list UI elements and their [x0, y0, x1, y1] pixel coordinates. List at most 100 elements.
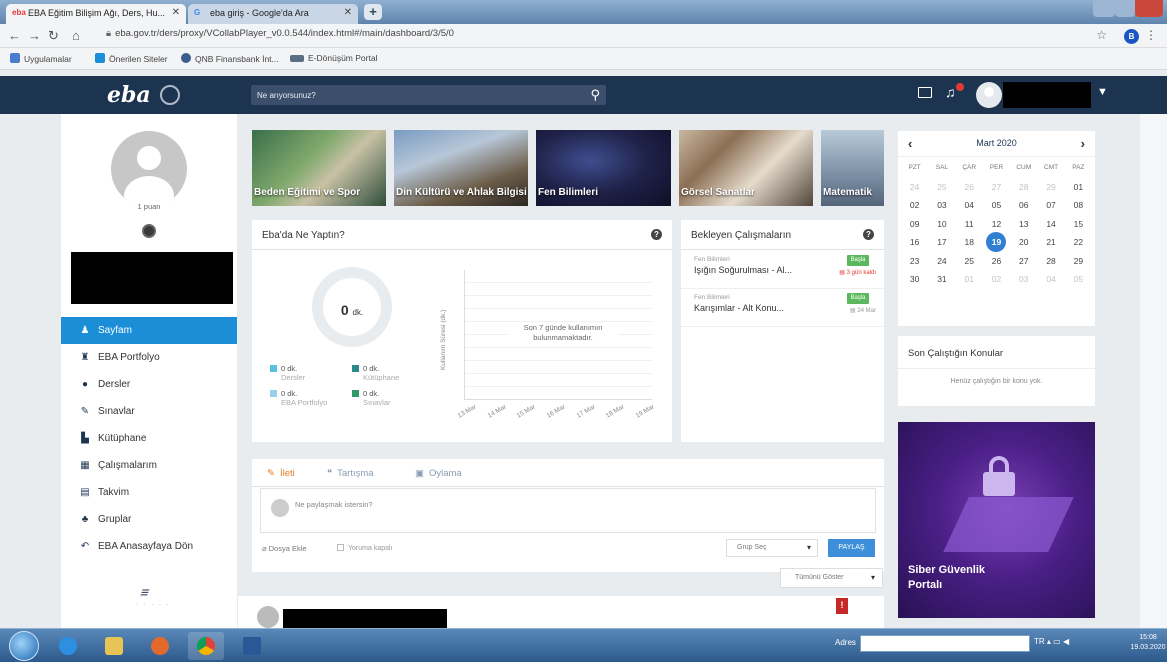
network-icon[interactable]: ▭	[1053, 637, 1061, 646]
calendar-day-today[interactable]: 19	[983, 232, 1010, 252]
browser-profile-avatar[interactable]: B	[1124, 29, 1139, 44]
course-tile-fen-bilimleri[interactable]: Fen Bilimleri	[536, 130, 671, 206]
calendar-day[interactable]: 04	[956, 196, 983, 215]
back-arrow-icon[interactable]: ←	[8, 28, 21, 43]
group-select[interactable]: Grup Seç	[726, 539, 818, 557]
search-input[interactable]	[257, 88, 557, 102]
bookmark-star-icon[interactable]: ☆	[1096, 28, 1107, 42]
next-month-chevron-right-icon[interactable]: ›	[1081, 136, 1085, 151]
pending-item[interactable]: Fen Bilimleri Işığın Soğurulması - Al...…	[681, 251, 884, 289]
bookmark-apps[interactable]: Uygulamalar	[10, 53, 72, 64]
calendar-day[interactable]: 14	[1037, 215, 1064, 234]
home-icon[interactable]: ⌂	[72, 28, 80, 43]
calendar-day[interactable]: 09	[901, 215, 928, 234]
search-icon[interactable]: ⚲	[590, 87, 600, 103]
bookmark-qnb[interactable]: QNB Finansbank İnt...	[181, 53, 279, 64]
mail-icon[interactable]	[918, 87, 932, 98]
sidebar-item-pencil[interactable]: ✎ Sınavlar	[61, 398, 237, 425]
calendar-day[interactable]: 08	[1065, 196, 1092, 215]
share-button[interactable]: PAYLAŞ	[828, 539, 875, 557]
calendar-day[interactable]: 11	[956, 215, 983, 234]
sidebar-item-back[interactable]: ↶ EBA Anasayfaya Dön	[61, 533, 237, 560]
sidebar-item-courses[interactable]: ● Dersler	[61, 371, 237, 398]
taskbar-chrome[interactable]	[188, 632, 224, 660]
tray-arrow-icon[interactable]: ▴	[1047, 637, 1051, 646]
calendar-day[interactable]: 29	[1065, 252, 1092, 271]
start-button[interactable]	[9, 631, 39, 661]
volume-icon[interactable]: ◀︎	[1063, 637, 1069, 646]
calendar-day[interactable]: 31	[928, 270, 955, 289]
forward-arrow-icon[interactable]: →	[28, 28, 41, 43]
course-tile-beden-egitimi[interactable]: Beden Eğitimi ve Spor	[252, 130, 386, 206]
course-tile-matematik[interactable]: Matematik	[821, 130, 884, 206]
help-icon[interactable]: ?	[651, 229, 662, 240]
pending-item[interactable]: Fen Bilimleri Karışımlar - Alt Konu... B…	[681, 289, 884, 327]
calendar-day[interactable]: 12	[983, 215, 1010, 234]
profile-avatar[interactable]	[111, 131, 187, 207]
taskbar-word[interactable]	[234, 632, 270, 660]
calendar-day[interactable]: 27	[983, 178, 1010, 197]
sidebar-item-groups[interactable]: ♣ Gruplar	[61, 506, 237, 533]
comments-off-checkbox[interactable]: Yoruma kapalı	[337, 544, 393, 552]
sidebar-item-calendar[interactable]: ▤ Takvim	[61, 479, 237, 506]
calendar-day[interactable]: 18	[956, 233, 983, 252]
tab-tartisma[interactable]: ❝ Tartışma	[327, 468, 374, 479]
new-tab-button[interactable]: +	[364, 4, 382, 20]
calendar-day[interactable]: 03	[928, 196, 955, 215]
close-tab-icon[interactable]: ✕	[172, 7, 180, 18]
calendar-day[interactable]: 01	[956, 270, 983, 289]
calendar-day[interactable]: 29	[1037, 178, 1064, 197]
sidebar-item-user[interactable]: ♟ Sayfam	[61, 317, 237, 344]
calendar-day[interactable]: 28	[1037, 252, 1064, 271]
start-button[interactable]: Başla	[847, 293, 869, 304]
tab-oylama[interactable]: ▣ Oylama	[415, 468, 462, 479]
sidebar-item-assignments[interactable]: ▦ Çalışmalarım	[61, 452, 237, 479]
calendar-day[interactable]: 13	[1010, 215, 1037, 234]
browser-tab-eba[interactable]: eba EBA Eğitim Bilişim Ağı, Ders, Hu... …	[6, 4, 186, 24]
report-flag-icon[interactable]: !	[836, 598, 848, 614]
bookmark-edonusum[interactable]: E-Dönüşüm Portal	[290, 53, 377, 63]
course-tile-gorsel-sanatlar[interactable]: Görsel Sanatlar	[679, 130, 813, 206]
calendar-day[interactable]: 24	[928, 252, 955, 271]
calendar-day[interactable]: 05	[983, 196, 1010, 215]
browser-tab-google[interactable]: G eba giriş - Google'da Ara ✕	[188, 4, 358, 24]
maximize-button[interactable]	[1115, 0, 1135, 17]
user-menu-chevron-down-icon[interactable]: ▼	[1097, 86, 1108, 98]
calendar-day[interactable]: 04	[1037, 270, 1064, 289]
calendar-day[interactable]: 25	[928, 178, 955, 197]
browser-menu-icon[interactable]: ⋮	[1145, 28, 1157, 42]
calendar-day[interactable]: 26	[956, 178, 983, 197]
user-name-redacted[interactable]	[1003, 82, 1091, 108]
attach-file-button[interactable]: ⌀ Dosya Ekle	[262, 544, 307, 553]
post-input[interactable]	[295, 500, 595, 509]
calendar-day[interactable]: 10	[928, 215, 955, 234]
help-icon[interactable]: ?	[863, 229, 874, 240]
taskbar-media[interactable]	[142, 632, 178, 660]
reload-icon[interactable]: ↻	[48, 28, 59, 44]
calendar-day[interactable]: 15	[1065, 215, 1092, 234]
calendar-day[interactable]: 02	[983, 270, 1010, 289]
url-field[interactable]: 🔒︎ eba.gov.tr/ders/proxy/VCollabPlayer_v0…	[106, 28, 454, 39]
sidebar-item-library[interactable]: ▙ Kütüphane	[61, 425, 237, 452]
calendar-day[interactable]: 24	[901, 178, 928, 197]
user-avatar[interactable]	[976, 82, 1002, 108]
calendar-day[interactable]: 05	[1065, 270, 1092, 289]
notification-bell-icon[interactable]: ♫	[945, 84, 956, 100]
calendar-day[interactable]: 27	[1010, 252, 1037, 271]
system-clock[interactable]: 15:08 19.03.2020	[1130, 633, 1166, 653]
close-tab-icon[interactable]: ✕	[344, 7, 352, 18]
calendar-day[interactable]: 20	[1010, 233, 1037, 252]
calendar-day[interactable]: 02	[901, 196, 928, 215]
show-all-select[interactable]: Tümünü Göster	[780, 568, 883, 588]
calendar-month-title[interactable]: Mart 2020	[898, 138, 1095, 148]
calendar-day[interactable]: 03	[1010, 270, 1037, 289]
calendar-day[interactable]: 07	[1037, 196, 1064, 215]
start-button[interactable]: Başla	[847, 255, 869, 266]
calendar-day[interactable]: 01	[1065, 178, 1092, 197]
eba-logo[interactable]: eba	[107, 82, 151, 108]
calendar-day[interactable]: 16	[901, 233, 928, 252]
calendar-day[interactable]: 26	[983, 252, 1010, 271]
taskbar-ie[interactable]	[50, 632, 86, 660]
calendar-day[interactable]: 21	[1037, 233, 1064, 252]
address-toolbar-input[interactable]	[860, 635, 1030, 652]
